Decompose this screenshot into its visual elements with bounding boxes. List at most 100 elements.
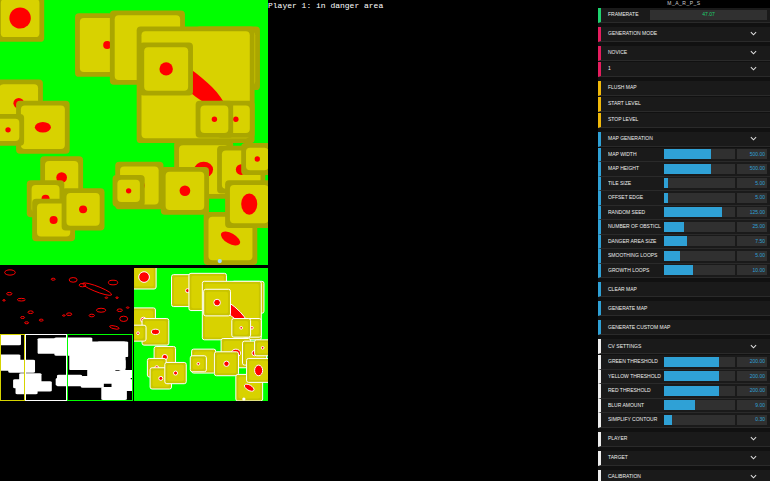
slider-track[interactable] [664,149,735,159]
slider-value[interactable]: 5.00 [737,193,767,203]
slider-value[interactable]: 0.30 [737,415,767,425]
app: Player 1: in danger area M_A_R_P_S FRAME… [0,0,770,481]
slider-track[interactable] [664,207,735,217]
button-label: CLEAR MAP [608,287,767,292]
slider-row[interactable]: DANGER AREA SIZE7.50 [598,235,770,250]
slider-label: TILE SIZE [608,181,664,186]
slider-track[interactable] [664,164,735,174]
select-label: 1 [608,66,750,71]
slider-label: GREEN THRESHOLD [608,359,664,364]
folder-row[interactable]: CALIBRATION [598,470,770,481]
slider-track[interactable] [664,236,735,246]
button-row[interactable]: FLUSH MAP [598,81,770,96]
button-row[interactable]: GENERATE MAP [598,301,770,316]
slider-track[interactable] [664,251,735,261]
slider-row[interactable]: NUMBER OF OBSTICL 25.00 [598,220,770,235]
slider-label: NUMBER OF OBSTICL [608,224,664,229]
slider-fill [664,207,722,217]
text-label: FRAMERATE [608,12,650,17]
slider-row[interactable]: BLUR AMOUNT9.00 [598,399,770,414]
obstacle-contour [89,314,94,317]
slider-row[interactable]: RANDOM SEED125.00 [598,206,770,221]
slider-track[interactable] [664,371,735,381]
select-row[interactable]: 1 [598,62,770,77]
player-dot [218,259,222,263]
slider-track[interactable] [664,222,735,232]
slider-fill [664,222,684,232]
slider-value[interactable]: 7.50 [737,236,767,246]
map-canvas [0,0,268,265]
slider-track[interactable] [664,265,735,275]
slider-track[interactable] [664,400,735,410]
threshold-blob [68,378,73,386]
slider-track[interactable] [664,178,735,188]
folder-label: CV SETTINGS [608,344,750,349]
control-group: GENERATE CUSTOM MAP [598,320,770,335]
folder-row[interactable]: GENERATION MODE [598,27,770,42]
status-area: Player 1: in danger area [268,0,598,481]
chevron-down-icon [750,344,757,349]
obstacle-contour [17,298,25,301]
slider-value[interactable]: 25.00 [737,222,767,232]
slider-track[interactable] [664,386,735,396]
control-group: TARGET [598,451,770,466]
slider-row[interactable]: MAP HEIGHT500.00 [598,162,770,177]
slider-row[interactable]: SMOOTHING LOOPS5.00 [598,249,770,264]
slider-fill [664,371,719,381]
map-canvas [26,335,66,400]
slider-value[interactable]: 200.00 [737,371,767,381]
folder-row[interactable]: TARGET [598,451,770,466]
contour-view [0,268,133,334]
slider-row[interactable]: SIMPLIFY CONTOUR0.30 [598,413,770,428]
obstacle [62,188,105,230]
threshold-blob [31,381,52,391]
select-label: NOVICE [608,50,750,55]
folder-row[interactable]: PLAYER [598,432,770,447]
slider-value[interactable]: 500.00 [737,149,767,159]
views-column [0,0,268,481]
folder-label: PLAYER [608,436,750,441]
control-group: CV SETTINGSGREEN THRESHOLD200.00YELLOW T… [598,339,770,428]
slider-track[interactable] [664,357,735,367]
folder-children: GREEN THRESHOLD200.00YELLOW THRESHOLD200… [598,355,770,428]
control-panel: M_A_R_P_S FRAMERATE47.07GENERATION MODEN… [598,0,770,481]
slider-value[interactable]: 5.00 [737,251,767,261]
button-row[interactable]: GENERATE CUSTOM MAP [598,320,770,335]
slider-value[interactable]: 200.00 [737,386,767,396]
slider-row[interactable]: GROWTH LOOPS 10.00 [598,264,770,279]
slider-value[interactable]: 200.00 [737,357,767,367]
slider-row[interactable]: GREEN THRESHOLD 200.00 [598,355,770,370]
cv-debug [0,268,133,401]
obstacle-contour [105,297,108,298]
slider-fill [664,193,668,203]
chevron-down-icon [750,474,757,479]
chevron-down-icon [750,136,757,141]
folder-row[interactable]: CV SETTINGS [598,339,770,354]
slider-label: GROWTH LOOPS [608,268,664,273]
detected-obstacle [204,289,231,316]
slider-track[interactable] [664,415,735,425]
slider-value[interactable]: 9.00 [737,400,767,410]
button-row[interactable]: CLEAR MAP [598,282,770,297]
threshold-blob [112,379,132,391]
control-group: CLEAR MAP [598,282,770,297]
chevron-down-icon [750,31,757,36]
slider-value[interactable]: 125.00 [737,207,767,217]
slider-row[interactable]: TILE SIZE 5.00 [598,177,770,192]
slider-row[interactable]: YELLOW THRESHOLD200.00 [598,370,770,385]
slider-value[interactable]: 500.00 [737,164,767,174]
button-row[interactable]: STOP LEVEL [598,113,770,128]
folder-row[interactable]: MAP GENERATION [598,132,770,147]
slider-track[interactable] [664,193,735,203]
detected-obstacle [247,358,268,382]
slider-row[interactable]: MAP WIDTH500.00 [598,148,770,163]
slider-value[interactable]: 5.00 [737,178,767,188]
detected-obstacle [134,268,156,289]
select-row[interactable]: NOVICE [598,46,770,61]
framerate-value: 47.07 [650,10,767,20]
slider-row[interactable]: RED THRESHOLD200.00 [598,384,770,399]
slider-row[interactable]: OFFSET EDGE5.00 [598,191,770,206]
slider-fill [664,251,680,261]
button-row[interactable]: START LEVEL [598,97,770,112]
slider-value[interactable]: 10.00 [737,265,767,275]
